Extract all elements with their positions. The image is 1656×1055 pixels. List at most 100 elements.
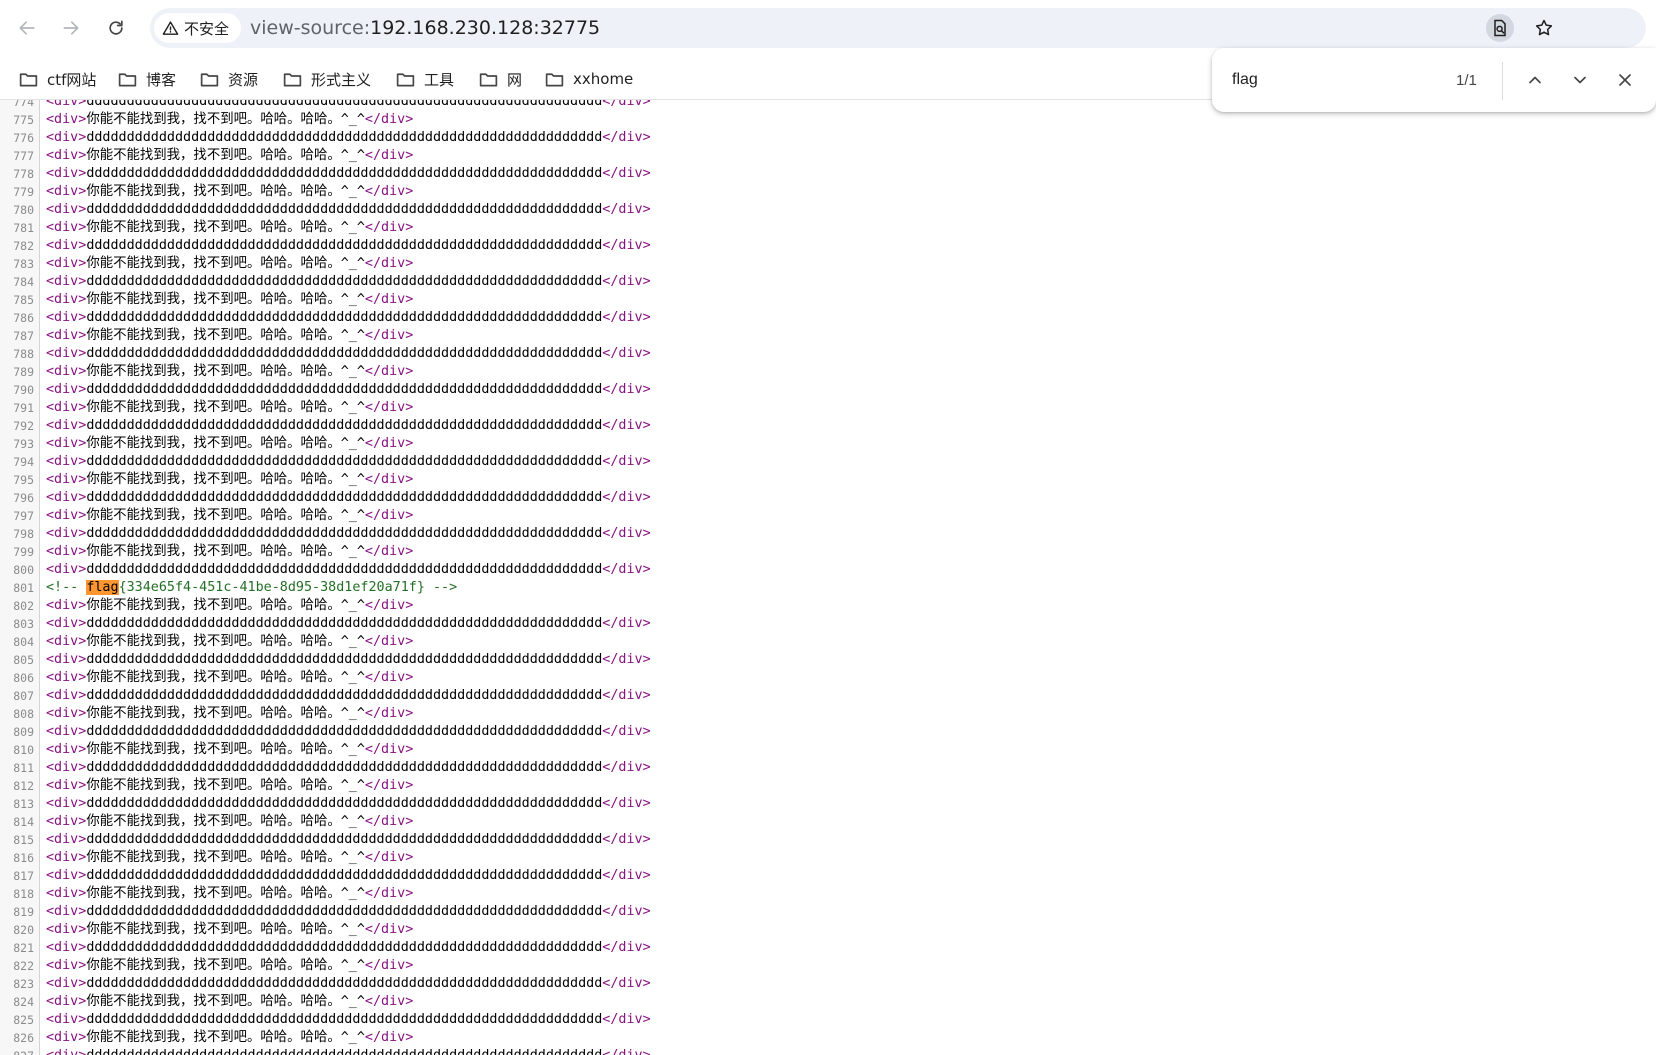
source-code: <div>ddddddddddddddddddddddddddddddddddd… xyxy=(46,651,651,669)
source-line: 810 <div>你能不能找到我，找不到吧。哈哈。哈哈。^_^</div> xyxy=(0,741,1656,759)
line-number: 813 xyxy=(13,797,34,811)
source-line: 797 <div>你能不能找到我，找不到吧。哈哈。哈哈。^_^</div> xyxy=(0,507,1656,525)
html-close-tag: </div> xyxy=(602,454,651,469)
line-number: 801 xyxy=(13,581,34,595)
source-line: 812 <div>你能不能找到我，找不到吧。哈哈。哈哈。^_^</div> xyxy=(0,777,1656,795)
line-number: 779 xyxy=(13,185,34,199)
html-text: 你能不能找到我，找不到吧。哈哈。哈哈。^_^ xyxy=(86,328,365,343)
source-line: 799 <div>你能不能找到我，找不到吧。哈哈。哈哈。^_^</div> xyxy=(0,543,1656,561)
find-in-page-button[interactable] xyxy=(1486,14,1514,42)
source-line: 780 <div>dddddddddddddddddddddddddddddddd… xyxy=(0,201,1656,219)
html-close-tag: </div> xyxy=(364,472,414,487)
html-open-tag: <div> xyxy=(46,634,87,649)
bookmark-star-button[interactable] xyxy=(1530,14,1558,42)
forward-button[interactable] xyxy=(53,10,89,46)
bookmark-folder[interactable]: 网 xyxy=(472,64,528,94)
line-number: 815 xyxy=(13,833,34,847)
bookmark-folder[interactable]: 博客 xyxy=(111,64,182,94)
bookmark-folder[interactable]: 工具 xyxy=(389,64,460,94)
html-open-tag: <div> xyxy=(46,400,87,415)
html-open-tag: <div> xyxy=(46,562,87,577)
line-number: 794 xyxy=(13,455,34,469)
html-text: 你能不能找到我，找不到吧。哈哈。哈哈。^_^ xyxy=(86,364,365,379)
source-code: <div>你能不能找到我，找不到吧。哈哈。哈哈。^_^</div> xyxy=(46,255,413,273)
html-close-tag: </div> xyxy=(602,1012,651,1027)
arrow-left-icon xyxy=(19,21,35,35)
source-line: 796 <div>dddddddddddddddddddddddddddddddd… xyxy=(0,489,1656,507)
source-code: <div>ddddddddddddddddddddddddddddddddddd… xyxy=(46,561,651,579)
find-next-button[interactable] xyxy=(1563,63,1597,97)
html-close-tag: </div> xyxy=(602,238,651,253)
html-open-tag: <div> xyxy=(46,436,87,451)
html-close-tag: </div> xyxy=(364,634,414,649)
html-open-tag: <div> xyxy=(46,418,87,433)
html-text: 你能不能找到我，找不到吧。哈哈。哈哈。^_^ xyxy=(86,256,365,271)
html-text: dddddddddddddddddddddddddddddddddddddddd… xyxy=(86,796,603,811)
line-number: 774 xyxy=(13,100,34,109)
source-code: <div>你能不能找到我，找不到吧。哈哈。哈哈。^_^</div> xyxy=(46,993,413,1011)
html-open-tag: <div> xyxy=(46,544,87,559)
html-open-tag: <div> xyxy=(46,346,87,361)
security-chip[interactable]: 不安全 xyxy=(154,13,242,43)
html-close-tag: </div> xyxy=(602,382,651,397)
source-line: 808 <div>你能不能找到我，找不到吧。哈哈。哈哈。^_^</div> xyxy=(0,705,1656,723)
source-line: 823 <div>dddddddddddddddddddddddddddddddd… xyxy=(0,975,1656,993)
html-close-tag: </div> xyxy=(364,184,414,199)
find-close-button[interactable] xyxy=(1608,63,1642,97)
back-button[interactable] xyxy=(9,10,45,46)
line-number: 784 xyxy=(13,275,34,289)
source-code: <div>你能不能找到我，找不到吧。哈哈。哈哈。^_^</div> xyxy=(46,147,413,165)
folder-icon xyxy=(545,72,564,86)
html-open-tag: <div> xyxy=(46,706,87,721)
find-input[interactable] xyxy=(1232,62,1452,98)
html-open-tag: <div> xyxy=(46,778,87,793)
html-open-tag: <div> xyxy=(46,184,87,199)
source-code: <div>ddddddddddddddddddddddddddddddddddd… xyxy=(46,345,651,363)
html-close-tag: </div> xyxy=(364,994,414,1009)
html-open-tag: <div> xyxy=(46,148,87,163)
source-line: 804 <div>你能不能找到我，找不到吧。哈哈。哈哈。^_^</div> xyxy=(0,633,1656,651)
bookmark-folder[interactable]: xxhome xyxy=(538,64,639,94)
source-code: <div>你能不能找到我，找不到吧。哈哈。哈哈。^_^</div> xyxy=(46,849,413,867)
url-text[interactable]: view-source:192.168.230.128:32775 xyxy=(250,8,600,48)
html-close-tag: </div> xyxy=(364,256,414,271)
html-close-tag: </div> xyxy=(364,508,414,523)
html-text: 你能不能找到我，找不到吧。哈哈。哈哈。^_^ xyxy=(86,220,365,235)
html-open-tag: <div> xyxy=(46,940,87,955)
bookmark-folder[interactable]: 资源 xyxy=(193,64,264,94)
reload-icon xyxy=(109,20,123,35)
html-text: 你能不能找到我，找不到吧。哈哈。哈哈。^_^ xyxy=(86,778,365,793)
html-text: dddddddddddddddddddddddddddddddddddddddd… xyxy=(86,526,603,541)
source-line: 803 <div>dddddddddddddddddddddddddddddddd… xyxy=(0,615,1656,633)
line-number: 787 xyxy=(13,329,34,343)
html-close-tag: </div> xyxy=(364,544,414,559)
html-text: 你能不能找到我，找不到吧。哈哈。哈哈。^_^ xyxy=(86,508,365,523)
address-bar[interactable]: 不安全 view-source:192.168.230.128:32775 xyxy=(150,8,1646,48)
source-code: <div>你能不能找到我，找不到吧。哈哈。哈哈。^_^</div> xyxy=(46,291,413,309)
line-number: 819 xyxy=(13,905,34,919)
line-number: 777 xyxy=(13,149,34,163)
source-line: 775 <div>你能不能找到我，找不到吧。哈哈。哈哈。^_^</div> xyxy=(0,111,1656,129)
line-number: 789 xyxy=(13,365,34,379)
reload-button[interactable] xyxy=(98,10,134,46)
html-open-tag: <div> xyxy=(46,994,87,1009)
html-open-tag: <div> xyxy=(46,508,87,523)
html-open-tag: <div> xyxy=(46,616,87,631)
source-code: <div>ddddddddddddddddddddddddddddddddddd… xyxy=(46,129,651,147)
html-close-tag: </div> xyxy=(602,310,651,325)
find-previous-button[interactable] xyxy=(1518,63,1552,97)
html-open-tag: <div> xyxy=(46,310,87,325)
bookmark-folder[interactable]: ctf网站 xyxy=(12,64,102,94)
html-text: dddddddddddddddddddddddddddddddddddddddd… xyxy=(86,202,603,217)
bookmark-folder[interactable]: 形式主义 xyxy=(276,64,377,94)
line-number: 797 xyxy=(13,509,34,523)
folder-icon xyxy=(118,72,137,86)
html-close-tag: </div> xyxy=(364,292,414,307)
source-code: <div>ddddddddddddddddddddddddddddddddddd… xyxy=(46,615,651,633)
line-number: 800 xyxy=(13,563,34,577)
source-line: 819 <div>dddddddddddddddddddddddddddddddd… xyxy=(0,903,1656,921)
html-close-tag: </div> xyxy=(602,652,651,667)
html-close-tag: </div> xyxy=(602,940,651,955)
html-text: dddddddddddddddddddddddddddddddddddddddd… xyxy=(86,724,603,739)
source-code: <div>ddddddddddddddddddddddddddddddddddd… xyxy=(46,237,651,255)
